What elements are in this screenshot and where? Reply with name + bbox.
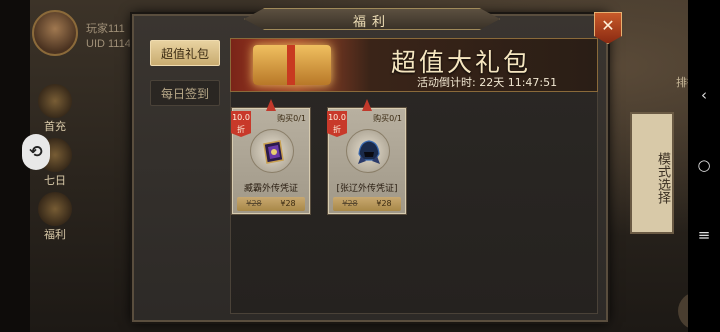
discount-value: 10.0: [328, 113, 346, 122]
mode-select-scroll[interactable]: 模式选择: [630, 112, 674, 234]
product-card[interactable]: 10.0 折 购买0/1 [张辽外传凭证] ¥28 ¥28: [327, 99, 406, 214]
discount-value: 10.0: [232, 113, 250, 122]
countdown-timer: 活动倒计时: 22天 11:47:51: [417, 76, 558, 89]
back-icon[interactable]: ‹: [696, 86, 712, 104]
side-menu-label: 首充: [44, 120, 66, 133]
floating-assist-button[interactable]: ⟲: [22, 134, 50, 170]
discount-badge: 10.0 折: [231, 111, 251, 137]
sale-price: ¥28: [376, 199, 392, 208]
price-row[interactable]: ¥28 ¥28: [333, 197, 401, 211]
original-price: ¥28: [342, 199, 358, 208]
discount-unit: 折: [237, 125, 245, 134]
purple-token-icon: [263, 140, 284, 164]
purchase-limit: 购买0/1: [373, 114, 402, 123]
side-menu-welfare[interactable]: 福利: [32, 192, 78, 242]
side-menu-label: 七日: [44, 174, 66, 187]
side-menu-label: 福利: [44, 228, 66, 241]
recent-apps-icon[interactable]: ≡: [696, 226, 712, 244]
player-name: 玩家111: [86, 23, 125, 35]
welfare-icon: [38, 192, 72, 226]
side-menu-first-charge[interactable]: 首充: [32, 84, 78, 134]
product-card[interactable]: 10.0 折 购买0/1 臧霸外传凭证 ¥28 ¥28: [231, 99, 310, 214]
product-name: [张辽外传凭证]: [336, 184, 398, 194]
gift-chest-icon: [253, 45, 331, 85]
original-price: ¥28: [246, 199, 262, 208]
product-name: 臧霸外传凭证: [243, 184, 298, 194]
first-charge-icon: [38, 84, 72, 118]
purchase-limit: 购买0/1: [277, 114, 306, 123]
price-row[interactable]: ¥28 ¥28: [237, 197, 305, 211]
item-frame: [346, 129, 390, 173]
sale-price: ¥28: [280, 199, 296, 208]
discount-unit: 折: [333, 125, 341, 134]
tab-value-packs[interactable]: 超值礼包: [150, 40, 220, 66]
welfare-dialog: 福利 ✕ 超值礼包 每日签到 超值大礼包 活动倒计时: 22天 11:47:51…: [132, 8, 622, 322]
dialog-title-bar: 福利: [244, 8, 500, 30]
system-nav-bar: ‹ ○ ≡: [688, 0, 720, 332]
dialog-title: 福利: [352, 15, 391, 30]
promo-banner: 超值大礼包 活动倒计时: 22天 11:47:51: [230, 38, 598, 92]
player-avatar[interactable]: [32, 10, 78, 56]
tab-list: 超值礼包 每日签到: [150, 40, 222, 120]
general-helmet-icon: [358, 140, 380, 164]
home-icon[interactable]: ○: [696, 156, 712, 174]
tab-daily-checkin[interactable]: 每日签到: [150, 80, 220, 106]
item-frame: [250, 129, 294, 173]
discount-badge: 10.0 折: [327, 111, 347, 137]
